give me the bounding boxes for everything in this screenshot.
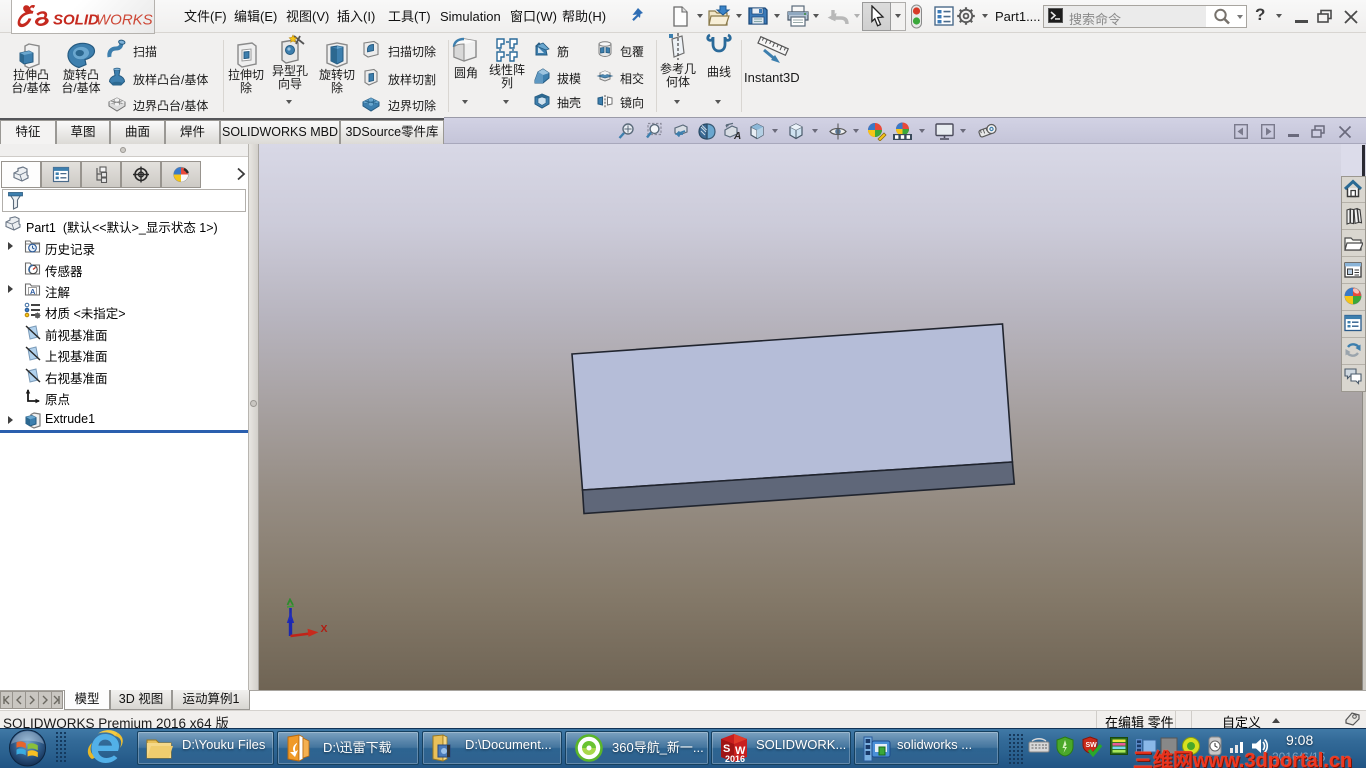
svg-text:X: X bbox=[321, 623, 328, 635]
svg-text:SW: SW bbox=[1086, 742, 1098, 749]
svg-text:A: A bbox=[733, 131, 741, 141]
svg-text:2016: 2016 bbox=[725, 754, 745, 764]
svg-text:SOLID: SOLID bbox=[53, 12, 99, 29]
svg-text:A: A bbox=[30, 287, 36, 296]
svg-text:WORKS: WORKS bbox=[96, 12, 153, 29]
